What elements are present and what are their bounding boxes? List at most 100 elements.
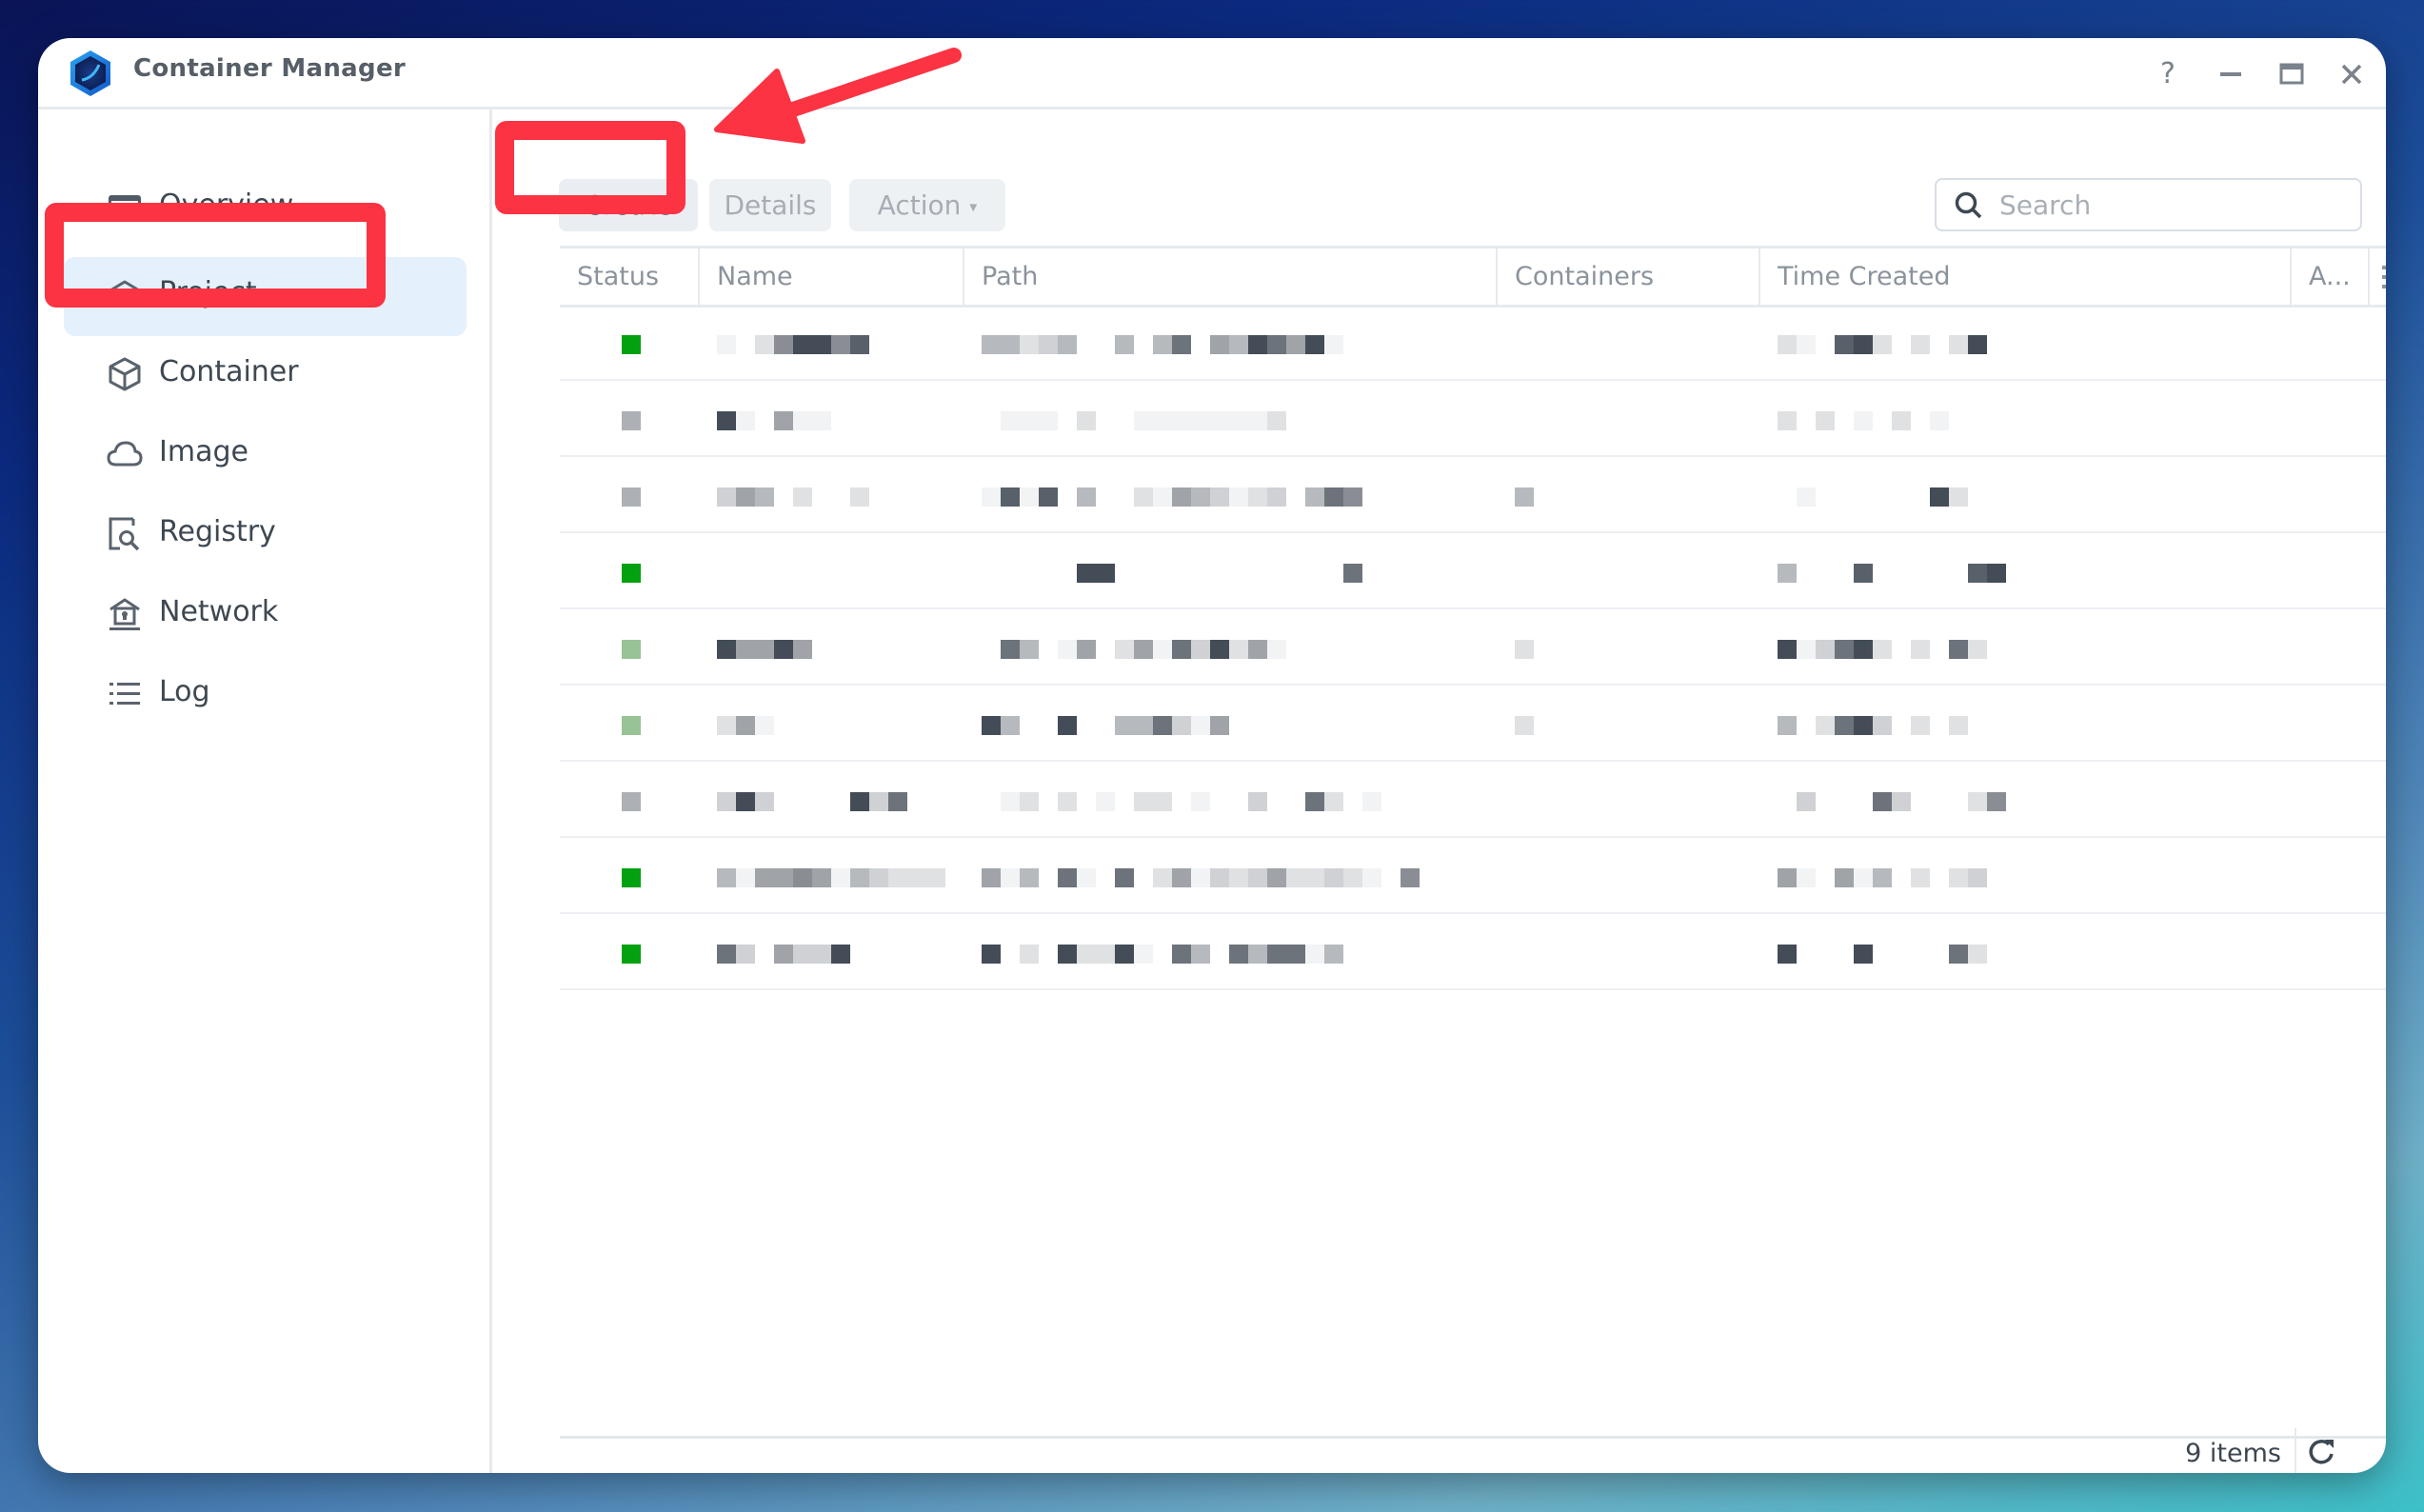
redacted-pixel xyxy=(1362,868,1381,887)
redacted-pixel xyxy=(1134,640,1153,659)
redacted-pixel xyxy=(1854,335,1873,354)
redacted-pixel xyxy=(1949,716,1968,735)
column-menu-button[interactable] xyxy=(2368,249,2386,305)
redacted-pixel xyxy=(1153,411,1172,430)
redacted-pixel xyxy=(1020,487,1039,507)
sidebar-item-log[interactable]: Log xyxy=(64,656,467,735)
redacted-pixel xyxy=(774,411,793,430)
redacted-pixel xyxy=(1854,868,1873,887)
redacted-pixel xyxy=(1930,487,1949,507)
column-header-containers[interactable]: Containers xyxy=(1496,249,1758,305)
layers-icon xyxy=(109,280,141,307)
column-header-name[interactable]: Name xyxy=(698,249,963,305)
redacted-pixel xyxy=(1248,487,1267,507)
network-house-icon xyxy=(109,598,140,630)
redacted-pixel xyxy=(1001,335,1020,354)
redacted-pixel xyxy=(1248,792,1267,811)
minimize-icon xyxy=(2220,72,2241,76)
main-panel: Create Details Action ▾ Status Name Path… xyxy=(492,109,2386,1473)
redacted-pixel xyxy=(736,640,755,659)
status-indicator xyxy=(622,945,641,964)
redacted-pixel xyxy=(1873,640,1892,659)
cube-icon xyxy=(109,357,141,391)
redacted-pixel xyxy=(1778,945,1797,964)
redacted-pixel xyxy=(888,868,907,887)
redacted-pixel xyxy=(1229,335,1248,354)
action-dropdown[interactable]: Action ▾ xyxy=(849,179,1005,231)
close-button[interactable] xyxy=(2333,55,2371,93)
column-header-time-created[interactable]: Time Created xyxy=(1758,249,2290,305)
redacted-pixel xyxy=(1854,945,1873,964)
redacted-pixel xyxy=(755,716,774,735)
details-button[interactable]: Details xyxy=(709,179,831,231)
registry-search-icon xyxy=(109,517,140,551)
sidebar-item-label: Image xyxy=(159,435,248,468)
redacted-pixel xyxy=(1058,335,1077,354)
sidebar-item-network[interactable]: Network xyxy=(64,576,467,655)
redacted-pixel xyxy=(1210,487,1229,507)
redacted-pixel xyxy=(1305,945,1324,964)
sidebar-item-overview[interactable]: Overview xyxy=(64,169,467,249)
redacted-pixel xyxy=(1949,487,1968,507)
sidebar-item-registry[interactable]: Registry xyxy=(64,496,467,575)
status-indicator xyxy=(622,792,641,811)
redacted-pixel xyxy=(755,792,774,811)
redacted-pixel xyxy=(1096,792,1115,811)
minimize-button[interactable] xyxy=(2212,55,2250,93)
table-row[interactable] xyxy=(560,457,2386,533)
redacted-pixel xyxy=(1968,640,1987,659)
sidebar-item-label: Project xyxy=(159,276,257,309)
redacted-pixel xyxy=(1854,411,1873,430)
help-button[interactable]: ? xyxy=(2149,55,2187,93)
redacted-pixel xyxy=(1191,411,1210,430)
table-row[interactable] xyxy=(560,914,2386,990)
redacted-pixel xyxy=(1248,868,1267,887)
sidebar-item-label: Log xyxy=(159,675,210,708)
redacted-pixel xyxy=(1854,716,1873,735)
redacted-pixel xyxy=(1077,640,1096,659)
sidebar-item-container[interactable]: Container xyxy=(64,336,467,415)
refresh-icon[interactable] xyxy=(2302,1433,2340,1471)
column-header-a[interactable]: A... xyxy=(2290,249,2368,305)
status-indicator xyxy=(622,564,641,583)
redacted-pixel xyxy=(850,487,869,507)
column-header-path[interactable]: Path xyxy=(963,249,1496,305)
sidebar-item-project[interactable]: Project xyxy=(64,257,467,336)
redacted-pixel xyxy=(1835,640,1854,659)
redacted-pixel xyxy=(1854,640,1873,659)
status-indicator xyxy=(622,487,641,507)
maximize-button[interactable] xyxy=(2273,55,2311,93)
app-window: Container Manager ? Overview Project Con… xyxy=(38,38,2386,1473)
list-icon xyxy=(109,683,140,705)
redacted-pixel xyxy=(736,868,755,887)
redacted-pixel xyxy=(1229,945,1248,964)
create-button[interactable]: Create xyxy=(559,179,698,231)
sidebar-item-image[interactable]: Image xyxy=(64,416,467,495)
table-row[interactable] xyxy=(560,609,2386,686)
redacted-pixel xyxy=(1286,335,1305,354)
redacted-pixel xyxy=(1058,640,1077,659)
redacted-pixel xyxy=(1001,640,1020,659)
search-box[interactable] xyxy=(1935,178,2362,231)
redacted-pixel xyxy=(1077,487,1096,507)
table-row[interactable] xyxy=(560,838,2386,914)
table-row[interactable] xyxy=(560,762,2386,838)
items-count: 9 items xyxy=(2185,1439,2281,1468)
table-row[interactable] xyxy=(560,381,2386,457)
redacted-pixel xyxy=(717,487,736,507)
redacted-pixel xyxy=(1873,792,1892,811)
cloud-icon xyxy=(107,441,143,467)
redacted-pixel xyxy=(1911,335,1930,354)
redacted-pixel xyxy=(717,335,736,354)
redacted-pixel xyxy=(755,487,774,507)
redacted-pixel xyxy=(1362,792,1381,811)
redacted-pixel xyxy=(736,716,755,735)
redacted-pixel xyxy=(793,487,812,507)
table-row[interactable] xyxy=(560,305,2386,381)
column-header-status[interactable]: Status xyxy=(560,249,698,305)
redacted-pixel xyxy=(812,868,831,887)
table-row[interactable] xyxy=(560,533,2386,609)
table-row[interactable] xyxy=(560,686,2386,762)
redacted-pixel xyxy=(888,792,907,811)
search-input[interactable] xyxy=(1997,186,2344,224)
